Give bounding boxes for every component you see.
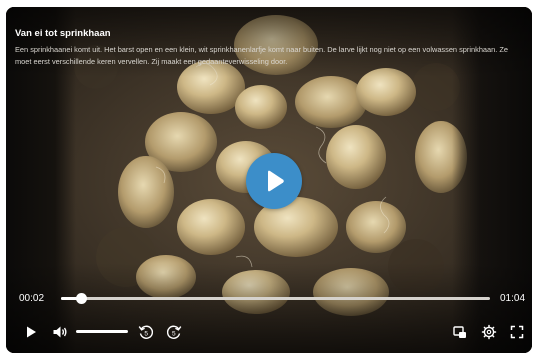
rewind-label: 5 bbox=[144, 331, 148, 338]
video-player[interactable]: Van ei tot sprinkhaan Een sprinkhaanei k… bbox=[6, 7, 532, 353]
audio-description-button[interactable] bbox=[451, 323, 469, 341]
play-button[interactable] bbox=[22, 323, 40, 341]
duration: 01:04 bbox=[500, 293, 526, 304]
play-icon bbox=[27, 326, 36, 338]
volume-slider[interactable] bbox=[76, 330, 128, 333]
rewind-button[interactable]: 5 bbox=[137, 323, 155, 341]
fullscreen-button[interactable] bbox=[508, 323, 526, 341]
seek-bar[interactable] bbox=[61, 293, 490, 304]
fullscreen-icon bbox=[510, 325, 524, 339]
play-icon bbox=[268, 170, 284, 192]
audio-description-icon bbox=[453, 326, 466, 338]
big-play-button[interactable] bbox=[246, 153, 302, 209]
rewind-5-icon: 5 bbox=[138, 325, 154, 339]
video-description: Een sprinkhaanei komt uit. Het barst ope… bbox=[15, 45, 508, 66]
mute-button[interactable] bbox=[51, 323, 69, 341]
video-title: Van ei tot sprinkhaan bbox=[15, 28, 111, 39]
current-time: 00:02 bbox=[19, 293, 45, 304]
forward-5-icon: 5 bbox=[166, 325, 182, 339]
forward-button[interactable]: 5 bbox=[165, 323, 183, 341]
gear-icon bbox=[481, 324, 497, 340]
settings-button[interactable] bbox=[480, 323, 498, 341]
forward-label: 5 bbox=[172, 331, 176, 338]
volume-icon bbox=[53, 326, 67, 338]
